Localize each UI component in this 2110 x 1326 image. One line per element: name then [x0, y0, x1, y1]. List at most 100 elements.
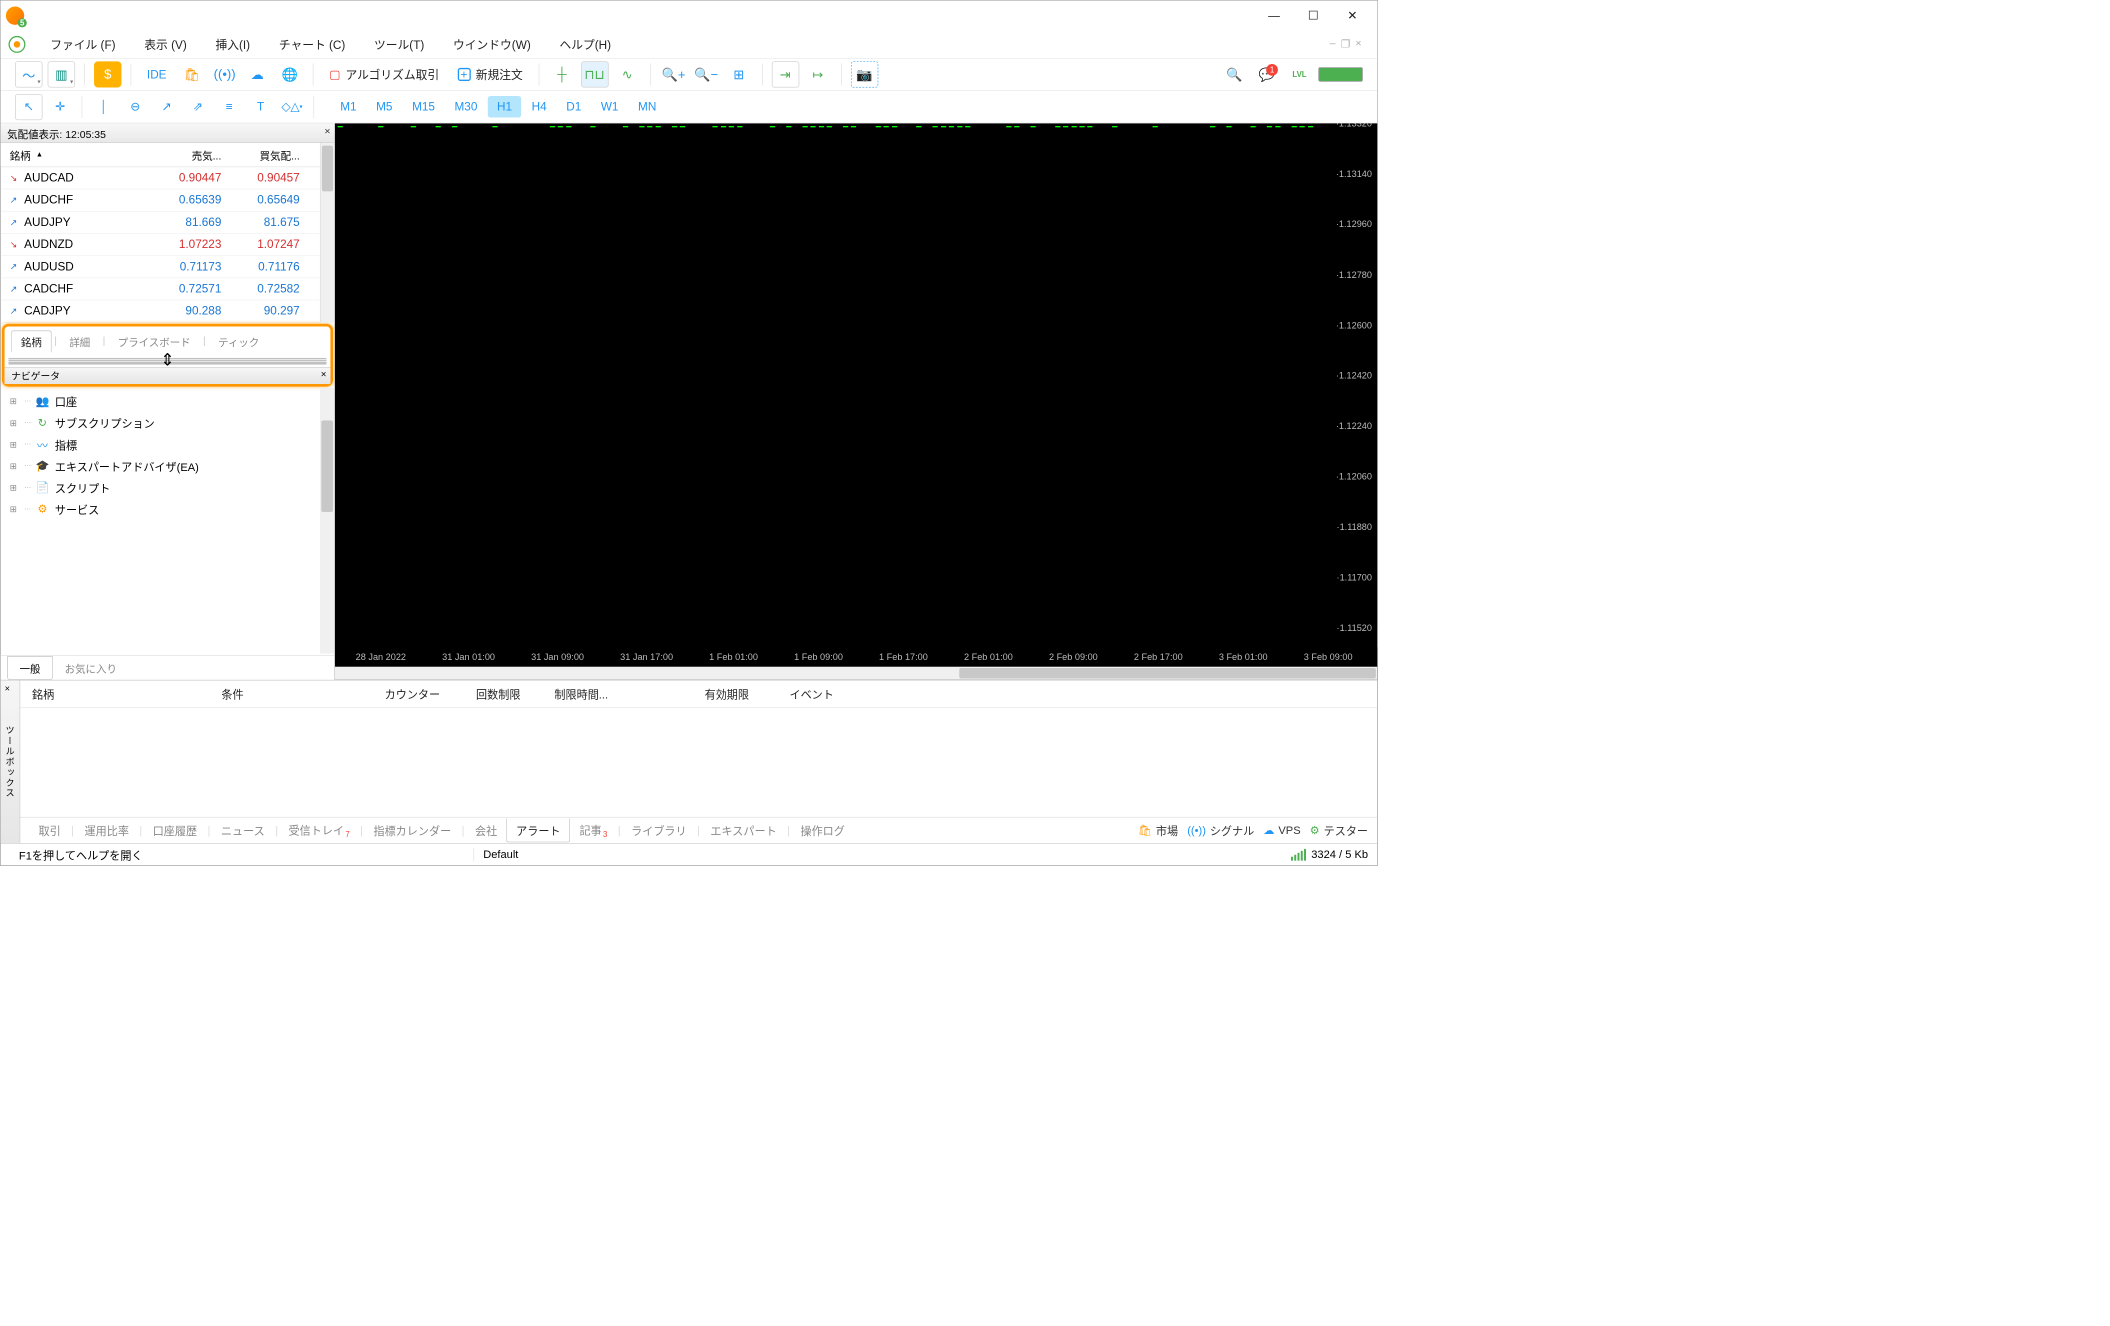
menu-window[interactable]: ウインドウ(W): [439, 32, 545, 57]
candle-up-icon[interactable]: ┼: [548, 61, 575, 87]
menu-chart[interactable]: チャート (C): [264, 32, 359, 57]
status-connection[interactable]: 3324 / 5 Kb: [1291, 848, 1368, 861]
market-watch-columns[interactable]: 銘柄▲ 売気... 買気配...: [1, 143, 320, 167]
maximize-button[interactable]: ☐: [1294, 1, 1333, 31]
hline-tool[interactable]: ⊖: [121, 94, 148, 120]
chart-scrollbar[interactable]: [335, 667, 1377, 680]
market-watch-close-icon[interactable]: ×: [324, 126, 330, 138]
connection-indicator[interactable]: [1318, 67, 1362, 81]
lvl-icon[interactable]: LVL: [1286, 61, 1313, 87]
pointer-tool[interactable]: ↖: [15, 94, 42, 120]
market-watch-row[interactable]: ↗AUDUSD0.711730.71176: [1, 256, 320, 278]
market-watch-row[interactable]: ↘AUDNZD1.072231.07247: [1, 234, 320, 256]
menu-file[interactable]: ファイル (F): [36, 32, 130, 57]
tab-calendar[interactable]: 指標カレンダー: [364, 819, 460, 842]
market-watch-row[interactable]: ↗AUDCHF0.656390.65649: [1, 189, 320, 211]
zigzag-icon[interactable]: ∿: [613, 61, 640, 87]
fibo-tool[interactable]: ≡: [215, 94, 242, 120]
panel-resize-handle[interactable]: ⇕: [8, 358, 326, 365]
market-watch-row[interactable]: ↗CADCHF0.725710.72582: [1, 278, 320, 300]
timeframe-m30[interactable]: M30: [445, 96, 486, 118]
menu-help[interactable]: ヘルプ(H): [545, 32, 625, 57]
timeframe-m15[interactable]: M15: [403, 96, 444, 118]
mdi-minimize-icon[interactable]: –: [1330, 38, 1336, 51]
notifications-button[interactable]: 💬1: [1253, 61, 1280, 87]
tab-tick[interactable]: ティック: [208, 330, 269, 352]
timeframe-m5[interactable]: M5: [367, 96, 402, 118]
close-button[interactable]: ✕: [1333, 1, 1372, 31]
zoom-out-button[interactable]: 🔍−: [693, 61, 720, 87]
market-watch-header[interactable]: 気配値表示: 12:05:35 ×: [1, 123, 335, 143]
toolbox-side-label[interactable]: × ツールボックス: [1, 680, 21, 843]
link-tester[interactable]: ⚙テスター: [1310, 822, 1368, 838]
tab-margin[interactable]: 運用比率: [75, 819, 138, 842]
cloud-icon[interactable]: ☁: [244, 61, 271, 87]
signal-icon[interactable]: ((•)): [211, 61, 238, 87]
link-signal[interactable]: ((•))シグナル: [1187, 822, 1254, 838]
tab-inbox[interactable]: 受信トレイ7: [279, 818, 358, 842]
market-watch-row[interactable]: ↗CADJPY90.28890.297: [1, 300, 320, 322]
vline-tool[interactable]: │: [90, 94, 117, 120]
navigator-tab-favorites[interactable]: お気に入り: [53, 657, 129, 679]
shapes-tool[interactable]: ◇△▾: [278, 94, 305, 120]
market-watch-row[interactable]: ↗AUDJPY81.66981.675: [1, 212, 320, 234]
tab-symbol[interactable]: 銘柄: [11, 330, 51, 352]
candle-toggle-icon[interactable]: ⊓⊔: [581, 61, 608, 87]
new-order-button[interactable]: +新規注文: [451, 66, 529, 83]
search-button[interactable]: 🔍: [1220, 61, 1247, 87]
ide-button[interactable]: IDE: [140, 68, 173, 82]
timeframe-d1[interactable]: D1: [557, 96, 590, 118]
navigator-item[interactable]: ⊞⋯↻サブスクリプション: [6, 412, 329, 434]
navigator-tab-general[interactable]: 一般: [7, 656, 53, 680]
navigator-item[interactable]: ⊞⋯👥口座: [6, 390, 329, 412]
tab-news[interactable]: ニュース: [212, 819, 274, 842]
crosshair-tool[interactable]: ✛: [46, 94, 73, 120]
timeframe-h1[interactable]: H1: [488, 96, 521, 118]
toolbox-close-icon[interactable]: ×: [5, 683, 12, 693]
tab-expert[interactable]: エキスパート: [701, 819, 786, 842]
mdi-restore-icon[interactable]: ❐: [1341, 38, 1350, 51]
timeframe-m1[interactable]: M1: [331, 96, 366, 118]
timeframe-h4[interactable]: H4: [522, 96, 555, 118]
minimize-button[interactable]: ―: [1254, 1, 1293, 31]
timeframe-w1[interactable]: W1: [592, 96, 628, 118]
shift-icon[interactable]: ↦: [804, 61, 831, 87]
navigator-item[interactable]: ⊞⋯⚙サービス: [6, 498, 329, 520]
chart-area[interactable]: ·1.13320·1.13140·1.12960·1.12780·1.12600…: [335, 123, 1377, 679]
equidistant-tool[interactable]: ⇗: [184, 94, 211, 120]
market-icon[interactable]: 🛍: [178, 61, 205, 87]
tab-company[interactable]: 会社: [466, 819, 506, 842]
zoom-in-button[interactable]: 🔍+: [660, 61, 687, 87]
menu-view[interactable]: 表示 (V): [130, 32, 201, 57]
tab-library[interactable]: ライブラリ: [622, 819, 696, 842]
menu-tool[interactable]: ツール(T): [360, 32, 439, 57]
market-watch-scrollbar[interactable]: [320, 143, 334, 323]
autoscroll-icon[interactable]: ⇥: [772, 61, 799, 87]
dollar-icon[interactable]: $: [94, 61, 121, 87]
link-market[interactable]: 🛍市場: [1138, 822, 1178, 838]
tab-priceboard[interactable]: プライスボード: [108, 330, 200, 352]
sort-asc-icon[interactable]: ▲: [36, 151, 43, 159]
tab-article[interactable]: 記事3: [570, 818, 616, 842]
tab-alert[interactable]: アラート: [506, 818, 570, 842]
screenshot-button[interactable]: 📷: [851, 61, 878, 87]
tab-log[interactable]: 操作ログ: [791, 819, 854, 842]
bars-chart-button[interactable]: ▥▾: [48, 61, 75, 87]
link-vps[interactable]: ☁VPS: [1263, 824, 1300, 837]
tab-history[interactable]: 口座履歴: [144, 819, 207, 842]
navigator-item[interactable]: ⊞⋯🎓エキスパートアドバイザ(EA): [6, 455, 329, 477]
navigator-item[interactable]: ⊞⋯📄スクリプト: [6, 477, 329, 499]
menu-insert[interactable]: 挿入(I): [201, 32, 264, 57]
tab-detail[interactable]: 詳細: [60, 330, 100, 352]
navigator-item[interactable]: ⊞⋯〰指標: [6, 434, 329, 456]
navigator-scrollbar[interactable]: [320, 388, 334, 654]
status-profile[interactable]: Default: [473, 848, 1291, 861]
grid-button[interactable]: ⊞: [725, 61, 752, 87]
toolbox-columns[interactable]: 銘柄 条件 カウンター 回数制限 制限時間... 有効期限 イベント: [20, 680, 1377, 707]
globe-icon[interactable]: 🌐: [276, 61, 303, 87]
trendline-tool[interactable]: ↗: [153, 94, 180, 120]
tab-trade[interactable]: 取引: [29, 819, 69, 842]
navigator-header[interactable]: ナビゲータ ×: [5, 367, 331, 384]
algo-trading-button[interactable]: ▢アルゴリズム取引: [323, 66, 446, 83]
timeframe-mn[interactable]: MN: [629, 96, 666, 118]
